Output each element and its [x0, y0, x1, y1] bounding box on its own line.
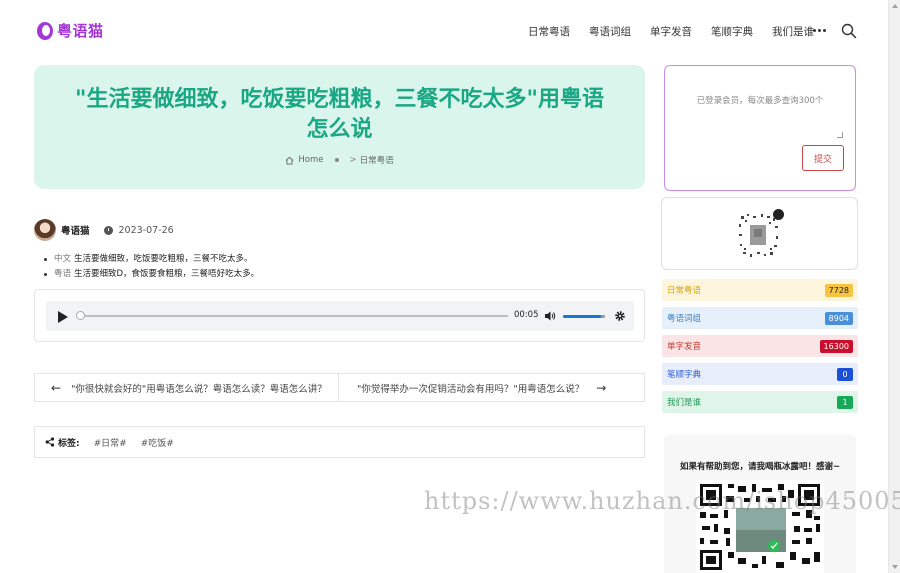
volume-slider[interactable] [563, 315, 605, 318]
site-logo[interactable]: 粤语猫 [36, 19, 104, 41]
more-icon[interactable] [813, 29, 828, 32]
category-count-badge: 16300 [819, 340, 853, 353]
translation-list: 中文 生活要做细致，吃饭要吃粗粮，三餐不吃太多。 粤语 生活要细致D，食饭要食粗粮，… [44, 252, 259, 282]
volume-icon[interactable] [544, 310, 556, 322]
tags-label: 标签: [58, 438, 80, 449]
search-icon[interactable] [841, 23, 857, 39]
translation-text: 生活要细致D，食饭要食粗粮，三餐唔好吃太多。 [74, 269, 260, 279]
tag-link[interactable]: #日常# [94, 436, 127, 449]
category-count-badge: 1 [837, 396, 853, 409]
audio-progress-knob[interactable] [76, 311, 85, 320]
breadcrumb-current[interactable]: 日常粤语 [360, 154, 394, 166]
share-icon[interactable] [45, 437, 55, 447]
next-post-title[interactable]: "你觉得举办一次促销活动会有用吗？"用粤语怎么说？ [357, 381, 584, 395]
post-navigation: ← "你很快就会好的"用粤语怎么说？粤语怎么读？粤语怎么讲？ "你觉得举办一次促… [34, 373, 645, 402]
tiktok-icon [773, 209, 784, 220]
category-count-badge: 0 [837, 368, 853, 381]
arrow-right-icon: → [596, 380, 607, 395]
arrow-left-icon: ← [51, 380, 62, 395]
query-textarea[interactable]: 已登录会员，每次最多查询300个 [675, 94, 845, 106]
resize-handle-icon[interactable] [837, 132, 843, 138]
nav-item-pronunciation[interactable]: 单字发音 [650, 24, 692, 39]
category-item[interactable]: 笔顺字典 0 [662, 363, 858, 385]
tag-link[interactable]: #吃饭# [141, 436, 174, 449]
author-name[interactable]: 粤语猫 [61, 223, 90, 237]
nav-item-about[interactable]: 我们是谁 [772, 24, 814, 39]
list-item: 中文 生活要做细致，吃饭要吃粗粮，三餐不吃太多。 [44, 252, 259, 267]
audio-time: 00:05 [514, 310, 539, 320]
douyin-qr-card [661, 197, 858, 270]
category-label: 我们是谁 [667, 398, 702, 408]
main-nav: 日常粤语 粤语词组 单字发音 笔顺字典 我们是谁 [528, 24, 833, 39]
post-date: 2023-07-26 [118, 224, 174, 236]
category-count-badge: 7728 [824, 284, 853, 297]
next-post-link[interactable]: "你觉得举办一次促销活动会有用吗？"用粤语怎么说？ → [339, 374, 644, 401]
home-icon [285, 156, 294, 165]
prev-post-link[interactable]: ← "你很快就会好的"用粤语怎么说？粤语怎么读？粤语怎么讲？ [35, 374, 339, 401]
category-item[interactable]: 日常粤语 7728 [662, 279, 858, 301]
scroll-down-arrow-icon[interactable] [892, 565, 898, 569]
category-label: 笔顺字典 [667, 370, 702, 380]
gear-icon[interactable] [614, 310, 626, 322]
nav-item-phrases[interactable]: 粤语词组 [589, 24, 631, 39]
article-hero: "生活要做细致，吃饭要吃粗粮，三餐不吃太多"用粤语怎么说 Home > 日常粤语 [34, 65, 645, 189]
query-form: 已登录会员，每次最多查询300个 提交 [664, 65, 856, 191]
clock-icon [103, 225, 113, 235]
watermark: https://www.huzhan.com/ishop45005 [424, 487, 900, 515]
breadcrumb: Home > 日常粤语 [34, 154, 645, 166]
translation-text: 生活要做细致，吃饭要吃粗粮，三餐不吃太多。 [74, 254, 253, 264]
volume-fill [563, 315, 601, 318]
audio-progress-track[interactable] [85, 315, 508, 317]
audio-player: 00:05 [46, 301, 634, 331]
nav-item-stroke-dictionary[interactable]: 笔顺字典 [711, 24, 753, 39]
scroll-up-arrow-icon[interactable] [892, 4, 898, 8]
prev-post-title[interactable]: "你很快就会好的"用粤语怎么说？粤语怎么读？粤语怎么讲？ [71, 381, 327, 395]
category-item[interactable]: 我们是谁 1 [662, 391, 858, 413]
list-item: 粤语 生活要细致D，食饭要食粗粮，三餐唔好吃太多。 [44, 267, 259, 282]
category-count-badge: 8904 [824, 312, 853, 325]
site-header: 粤语猫 日常粤语 粤语词组 单字发音 笔顺字典 我们是谁 [0, 0, 888, 62]
logo-text: 粤语猫 [57, 21, 104, 40]
breadcrumb-dot [335, 158, 340, 162]
category-label: 单字发音 [667, 342, 702, 352]
avatar[interactable] [34, 219, 56, 241]
category-label: 粤语词组 [667, 314, 702, 324]
category-item[interactable]: 单字发音 16300 [662, 335, 858, 357]
play-icon[interactable] [58, 311, 68, 323]
author-meta: 粤语猫 2023-07-26 [34, 219, 174, 241]
page-title: "生活要做细致，吃饭要吃粗粮，三餐不吃太多"用粤语怎么说 [75, 87, 604, 142]
logo-cat-icon [36, 19, 56, 41]
donate-text: 如果有帮助到您，请我喝瓶冰露吧！感谢~ [679, 462, 841, 472]
tags-bar: 标签: #日常# #吃饭# [34, 426, 645, 458]
category-label: 日常粤语 [667, 286, 702, 296]
lang-label: 中文 [54, 254, 72, 264]
submit-button[interactable]: 提交 [802, 145, 844, 171]
nav-item-daily[interactable]: 日常粤语 [528, 24, 570, 39]
lang-label: 粤语 [54, 269, 72, 279]
breadcrumb-separator: > [349, 155, 357, 165]
audio-box: 00:05 [34, 289, 645, 342]
category-item[interactable]: 粤语词组 8904 [662, 307, 858, 329]
breadcrumb-home[interactable]: Home [298, 155, 323, 165]
